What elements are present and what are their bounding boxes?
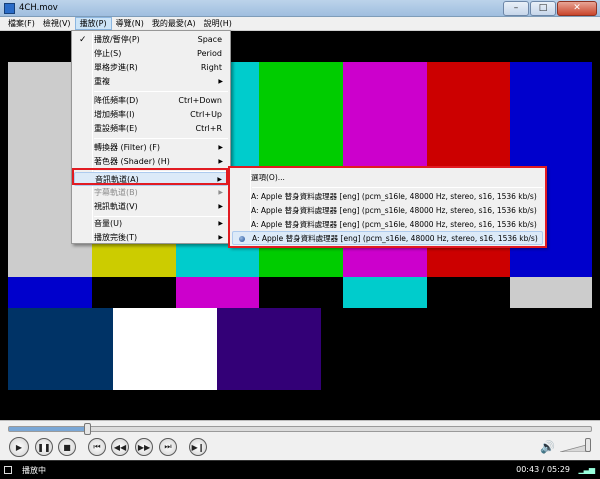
audio-track-item-selected[interactable]: A: Apple 替身資料處理器 [eng] (pcm_s16le, 48000… [232, 231, 543, 245]
seek-progress [9, 427, 88, 431]
menu-separator [252, 187, 543, 188]
audio-track-item[interactable]: A: Apple 替身資料處理器 [eng] (pcm_s16le, 48000… [232, 190, 543, 204]
status-icon [4, 466, 12, 474]
menu-play[interactable]: 播放(P) [74, 17, 112, 30]
window-title: 4CH.mov [19, 3, 58, 13]
window-controls: – □ ✕ [503, 1, 597, 16]
status-text: 播放中 [22, 466, 46, 475]
volume-handle[interactable] [585, 438, 591, 452]
menu-separator [94, 91, 228, 92]
submenu-arrow-icon: ▶ [218, 220, 223, 227]
submenu-arrow-icon: ▶ [218, 158, 223, 165]
volume-icon[interactable]: 🔊 [540, 440, 555, 454]
seek-bar[interactable] [8, 423, 592, 435]
menu-item-frame-step[interactable]: 單格步進(R) Right [74, 61, 228, 75]
menu-item-audio-track[interactable]: 音訊軌道(A) ▶ [74, 172, 228, 186]
audio-track-submenu: 選項(O)... A: Apple 替身資料處理器 [eng] (pcm_s16… [229, 167, 546, 247]
strip-gray [510, 277, 592, 308]
player-controls: ▶ ❚❚ ■ ⏮ ◀◀ ▶▶ ⏭ ▶❙ 🔊 [0, 420, 600, 460]
previous-button[interactable]: ⏮ [88, 438, 106, 456]
minimize-button[interactable]: – [503, 1, 529, 16]
block-navy [8, 308, 113, 390]
rewind-button[interactable]: ◀◀ [111, 438, 129, 456]
menu-view[interactable]: 檢視(V) [39, 17, 75, 30]
app-icon [4, 3, 15, 14]
audio-track-item[interactable]: A: Apple 替身資料處理器 [eng] (pcm_s16le, 48000… [232, 218, 543, 232]
menu-help[interactable]: 說明(H) [200, 17, 236, 30]
skip-back-icon: ⏮ [93, 442, 101, 451]
rewind-icon: ◀◀ [113, 442, 127, 452]
submenu-arrow-icon: ▶ [218, 189, 223, 196]
menu-item-repeat[interactable]: 重複 ▶ [74, 75, 228, 89]
submenu-arrow-icon: ▶ [218, 234, 223, 241]
menu-item-after-playback[interactable]: 播放完後(T) ▶ [74, 231, 228, 245]
strip-blue [8, 277, 92, 308]
next-button[interactable]: ⏭ [159, 438, 177, 456]
submenu-arrow-icon: ▶ [218, 78, 223, 85]
menu-favorites[interactable]: 我的最愛(A) [148, 17, 200, 30]
menu-item-decrease-rate[interactable]: 降低頻率(D) Ctrl+Down [74, 94, 228, 108]
fast-forward-icon: ▶▶ [137, 442, 151, 452]
menu-item-video-track[interactable]: 視訊軌道(V) ▶ [74, 200, 228, 214]
pause-icon: ❚❚ [37, 442, 51, 452]
menu-item-filter[interactable]: 轉換器 (Filter) (F) ▶ [74, 141, 228, 155]
fast-forward-button[interactable]: ▶▶ [135, 438, 153, 456]
strip-cyan [343, 277, 427, 308]
signal-icon: ▁▃▅ [578, 465, 596, 474]
menu-item-stop[interactable]: 停止(S) Period [74, 47, 228, 61]
maximize-button[interactable]: □ [530, 1, 556, 16]
block-purple [217, 308, 321, 390]
play-menu: ✓ 播放/暫停(P) Space 停止(S) Period 單格步進(R) Ri… [71, 30, 231, 244]
menu-bar: 檔案(F) 檢視(V) 播放(P) 導覽(N) 我的最愛(A) 說明(H) [0, 17, 600, 31]
check-icon: ✓ [79, 35, 87, 45]
playback-time: 00:43 / 05:29 [516, 465, 570, 474]
frame-step-button[interactable]: ▶❙ [189, 438, 207, 456]
stop-button[interactable]: ■ [58, 438, 76, 456]
menu-item-subtitle-track[interactable]: 字幕軌道(B) ▶ [74, 186, 228, 200]
submenu-arrow-icon: ▶ [218, 144, 223, 151]
status-bar: 播放中 00:43 / 05:29 ▁▃▅ [0, 460, 600, 479]
play-button[interactable]: ▶ [9, 437, 29, 457]
menu-separator [94, 138, 228, 139]
menu-item-increase-rate[interactable]: 增加頻率(I) Ctrl+Up [74, 108, 228, 122]
audio-track-item[interactable]: A: Apple 替身資料處理器 [eng] (pcm_s16le, 48000… [232, 204, 543, 218]
frame-step-icon: ▶❙ [191, 442, 205, 452]
seek-handle[interactable] [83, 423, 91, 435]
strip-magenta [176, 277, 259, 308]
submenu-arrow-icon: ▶ [218, 203, 223, 210]
stop-icon: ■ [63, 442, 71, 452]
audio-options-item[interactable]: 選項(O)... [232, 171, 543, 185]
menu-item-play-pause[interactable]: ✓ 播放/暫停(P) Space [74, 33, 228, 47]
radio-selected-icon [239, 236, 245, 242]
menu-item-shader[interactable]: 著色器 (Shader) (H) ▶ [74, 155, 228, 169]
play-icon: ▶ [15, 442, 23, 452]
pause-button[interactable]: ❚❚ [35, 438, 53, 456]
close-button[interactable]: ✕ [557, 1, 597, 16]
title-bar: 4CH.mov – □ ✕ [0, 0, 600, 17]
menu-item-reset-rate[interactable]: 重設頻率(E) Ctrl+R [74, 122, 228, 136]
menu-navigate[interactable]: 導覽(N) [112, 17, 148, 30]
menu-file[interactable]: 檔案(F) [4, 17, 39, 30]
submenu-arrow-icon: ▶ [217, 176, 222, 183]
block-white [113, 308, 217, 390]
menu-item-volume[interactable]: 音量(U) ▶ [74, 217, 228, 231]
skip-forward-icon: ⏭ [164, 442, 172, 451]
